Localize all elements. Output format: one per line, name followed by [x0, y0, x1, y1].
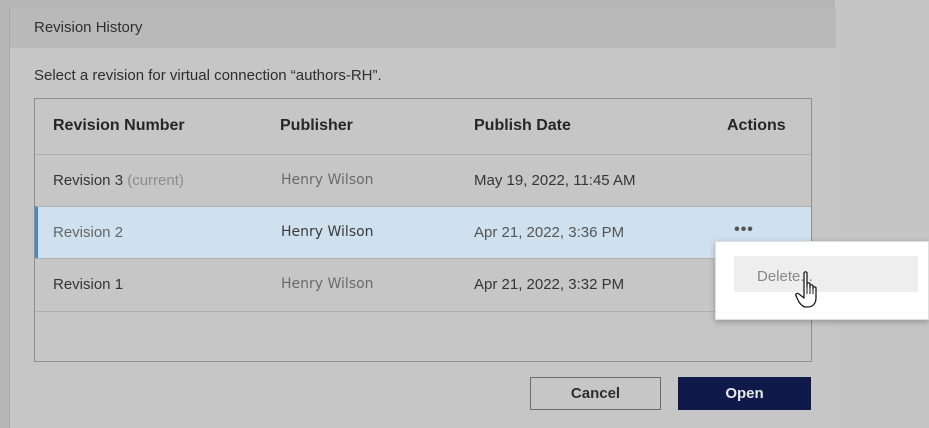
cancel-button[interactable]: Cancel — [530, 377, 661, 410]
publisher-cell: Henry Wilson — [281, 224, 374, 240]
revision-number-cell: Revision 2 — [53, 224, 124, 241]
header-publisher: Publisher — [280, 117, 353, 134]
ellipsis-icon[interactable]: ••• — [734, 221, 754, 241]
publish-date-cell: Apr 21, 2022, 3:32 PM — [474, 276, 625, 293]
revision-history-dialog: Revision History Select a revision for v… — [9, 8, 836, 428]
revision-number-cell: Revision 1 — [53, 276, 124, 293]
page-backdrop — [835, 0, 929, 428]
revision-number-cell: Revision 3 (current) — [53, 172, 184, 189]
hand-pointer-icon — [795, 271, 817, 308]
publisher-cell: Henry Wilson — [281, 172, 374, 188]
header-actions: Actions — [727, 117, 786, 134]
header-publish-date: Publish Date — [474, 117, 571, 134]
delete-menu-item[interactable]: Delete... — [734, 256, 918, 292]
open-button[interactable]: Open — [678, 377, 811, 410]
table-row-revision-1[interactable]: Revision 1 Henry Wilson Apr 21, 2022, 3:… — [35, 258, 811, 312]
publish-date-cell: May 19, 2022, 11:45 AM — [474, 172, 636, 189]
header-revision-number: Revision Number — [53, 117, 185, 134]
table-row-revision-2[interactable]: Revision 2 Henry Wilson Apr 21, 2022, 3:… — [35, 206, 811, 259]
current-tag: (current) — [127, 172, 184, 189]
publisher-cell: Henry Wilson — [281, 276, 374, 292]
dialog-instructions: Select a revision for virtual connection… — [34, 67, 382, 84]
dialog-header: Revision History — [10, 8, 836, 48]
dialog-title: Revision History — [34, 19, 143, 36]
table-row-revision-3[interactable]: Revision 3 (current) Henry Wilson May 19… — [35, 154, 811, 207]
publish-date-cell: Apr 21, 2022, 3:36 PM — [474, 224, 625, 241]
revisions-table: Revision Number Publisher Publish Date A… — [34, 98, 812, 362]
